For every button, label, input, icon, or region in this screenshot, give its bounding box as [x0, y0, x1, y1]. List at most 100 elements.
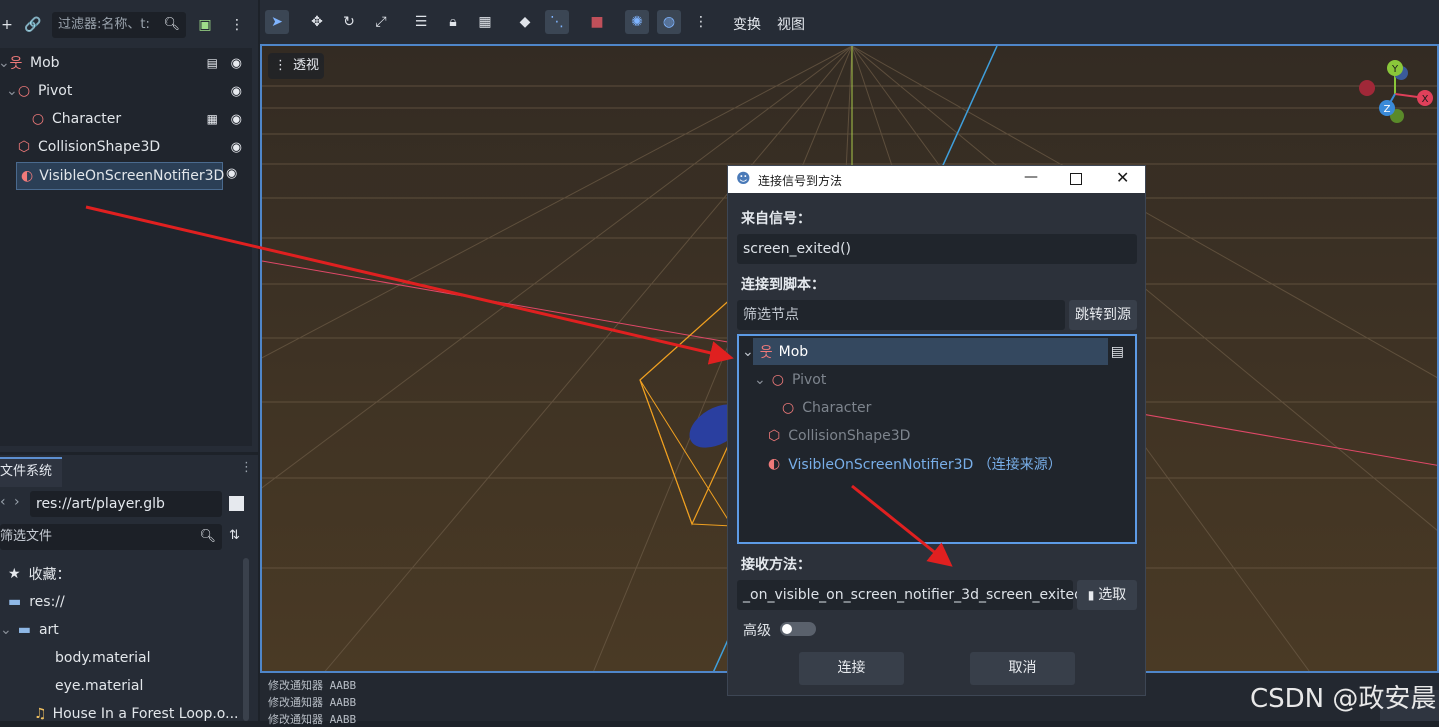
chevron-down-icon[interactable]: ⌄: [754, 372, 766, 388]
advanced-toggle[interactable]: [780, 622, 816, 636]
chevron-down-icon[interactable]: ⌄: [0, 622, 12, 638]
dialog-titlebar[interactable]: ☻ 连接信号到方法 — ✕: [728, 166, 1145, 193]
minimize-icon[interactable]: —: [1024, 169, 1038, 185]
clapperboard-icon[interactable]: ▦: [207, 112, 218, 126]
dialog-tree-item-collisionshape3d[interactable]: ⬡ CollisionShape3D: [768, 423, 910, 449]
view-menu[interactable]: 视图: [777, 14, 805, 34]
visibility-eye-icon[interactable]: ◉: [231, 112, 242, 127]
forward-arrow-icon[interactable]: ›: [14, 494, 20, 510]
dock-menu-icon[interactable]: ⋮: [240, 460, 253, 475]
maximize-icon[interactable]: [1070, 173, 1082, 185]
receiver-method-label: 接收方法：: [741, 557, 811, 573]
scene-filter-input[interactable]: 过滤器:名称、t: 🔍︎: [52, 12, 186, 38]
cancel-label: 取消: [1008, 660, 1037, 676]
go-to-source-button[interactable]: 跳转到源: [1069, 300, 1137, 330]
dialog-tree-label: Character: [802, 400, 872, 416]
list-select-icon[interactable]: ☰: [409, 10, 433, 34]
pick-method-button[interactable]: ▮ 选取: [1077, 580, 1137, 610]
tree-item-label: Mob: [30, 55, 60, 71]
tab-filesystem[interactable]: 文件系统: [0, 457, 62, 487]
local-space-icon[interactable]: ◆: [513, 10, 537, 34]
environment-preview-icon[interactable]: ◍: [657, 10, 681, 34]
more-options-icon[interactable]: ⋮: [226, 14, 248, 36]
script-icon[interactable]: ▤: [207, 56, 218, 70]
fs-item-favorites[interactable]: ★ 收藏：: [8, 561, 71, 587]
select-tool-icon[interactable]: ➤: [265, 10, 289, 34]
tree-item-label: Pivot: [38, 83, 73, 99]
node3d-icon: ○: [31, 111, 45, 127]
star-icon: ★: [8, 566, 21, 582]
cancel-button[interactable]: 取消: [970, 652, 1075, 685]
toggle-knob: [782, 624, 792, 634]
move-tool-icon[interactable]: ✥: [305, 10, 329, 34]
lock-icon[interactable]: 🔒︎: [441, 10, 465, 34]
chevron-down-icon[interactable]: ⌄: [742, 344, 754, 360]
split-mode-icon[interactable]: [229, 496, 244, 511]
go-to-source-label: 跳转到源: [1075, 307, 1131, 323]
add-node-icon[interactable]: +: [0, 14, 18, 36]
chevron-down-icon[interactable]: ⌄: [0, 55, 10, 71]
godot-logo-icon: ☻: [736, 171, 751, 187]
script-icon: ▤: [1110, 344, 1124, 360]
rotate-tool-icon[interactable]: ↻: [337, 10, 361, 34]
back-arrow-icon[interactable]: ‹: [0, 494, 6, 510]
filter-nodes-input[interactable]: 筛选节点: [737, 300, 1065, 330]
sort-icon[interactable]: ⇅: [229, 528, 240, 543]
dialog-tree-label: VisibleOnScreenNotifier3D （连接来源）: [788, 457, 1062, 473]
tree-item-visibleonscreennotifier3d[interactable]: ◐ VisibleOnScreenNotifier3D: [16, 162, 225, 190]
visibility-eye-icon[interactable]: ◉: [231, 140, 242, 155]
filter-nodes-placeholder: 筛选节点: [743, 307, 799, 323]
method-name-input[interactable]: _on_visible_on_screen_notifier_3d_screen…: [737, 580, 1083, 610]
fs-item-house-loop[interactable]: ♫ House In a Forest Loop.o...: [34, 701, 238, 727]
tree-item-label: VisibleOnScreenNotifier3D: [39, 168, 225, 184]
dialog-tree-item-character[interactable]: ○ Character: [782, 395, 871, 421]
chevron-down-icon[interactable]: ⌄: [6, 83, 18, 99]
fs-item-eye-material[interactable]: eye.material: [55, 673, 143, 699]
tree-item-mob[interactable]: ⌄ 웃 Mob ▤ ◉: [0, 50, 250, 76]
more-options-icon[interactable]: ⋮: [689, 10, 713, 34]
tree-item-pivot[interactable]: ⌄ ○ Pivot ◉: [0, 78, 250, 104]
fs-item-body-material[interactable]: body.material: [55, 645, 151, 671]
menu-dots-icon: ⋮: [274, 58, 287, 73]
search-icon: 🔍︎: [199, 529, 216, 544]
sun-preview-icon[interactable]: ✺: [625, 10, 649, 34]
link-icon[interactable]: 🔗: [22, 14, 44, 36]
perspective-menu-button[interactable]: ⋮ 透视: [268, 53, 324, 79]
scene-tree: ⌄ 웃 Mob ▤ ◉ ⌄ ○ Pivot ◉ ○ Character ▦ ◉ …: [0, 48, 252, 446]
fs-item-label: res://: [29, 594, 65, 610]
dialog-tree-label: Pivot: [791, 372, 827, 388]
gizmo-x-label: X: [1422, 94, 1429, 105]
tree-item-character[interactable]: ○ Character ▦ ◉: [0, 106, 250, 132]
gizmo-z-label: Z: [1384, 104, 1391, 115]
dialog-tree-item-mob[interactable]: ⌄ 웃 Mob ▤: [742, 339, 1132, 365]
neg-x-axis-handle[interactable]: [1359, 80, 1375, 96]
snap-icon[interactable]: ⋱: [545, 10, 569, 34]
scale-tool-icon[interactable]: ⤢: [369, 10, 393, 34]
transform-menu[interactable]: 变换: [733, 14, 761, 34]
visibility-eye-icon[interactable]: ◉: [231, 56, 242, 71]
dialog-tree-item-pivot[interactable]: ⌄ ○ Pivot: [754, 367, 826, 393]
visibility-eye-icon[interactable]: ◉: [231, 84, 242, 99]
camera-icon[interactable]: ■: [585, 10, 609, 34]
watermark: CSDN @政安晨: [1250, 684, 1437, 714]
search-icon: 🔍︎: [163, 17, 180, 32]
fs-item-label: 收藏：: [28, 567, 71, 583]
tree-item-collisionshape3d[interactable]: ⬡ CollisionShape3D ◉: [0, 134, 250, 160]
connect-button[interactable]: 连接: [799, 652, 904, 685]
filesystem-path-input[interactable]: res://art/player.glb: [30, 491, 222, 517]
fs-item-res[interactable]: ▬ res://: [8, 589, 65, 615]
fs-item-art[interactable]: ⌄ ▬ art: [0, 617, 59, 643]
filesystem-filter-input[interactable]: 筛选文件 🔍︎: [0, 524, 222, 550]
fs-item-label: eye.material: [55, 678, 144, 694]
attach-script-icon[interactable]: ▣: [194, 14, 216, 36]
connect-label: 连接: [837, 660, 866, 676]
orientation-gizmo[interactable]: Y X Z: [1355, 58, 1435, 128]
node3d-icon: ○: [771, 372, 784, 388]
path-text: res://art/player.glb: [36, 496, 165, 512]
dialog-tree-item-visibleonscreennotifier3d[interactable]: ◐ VisibleOnScreenNotifier3D （连接来源）: [768, 451, 1062, 477]
visibility-eye-icon[interactable]: ◉: [226, 166, 244, 181]
group-icon[interactable]: ▦: [473, 10, 497, 34]
close-icon[interactable]: ✕: [1116, 168, 1129, 187]
filesystem-scrollbar[interactable]: [243, 558, 249, 721]
log-line: 修改通知器 AABB: [268, 679, 357, 692]
